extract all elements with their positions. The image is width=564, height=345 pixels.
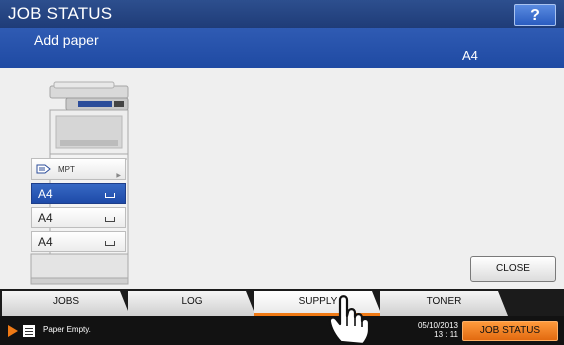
tab-toner[interactable]: TONER [380,291,508,316]
screen-title: JOB STATUS [8,4,113,23]
mpt-icon [36,164,51,174]
job-status-screen: JOB STATUS ? Add paper A4 MPT ▶ A4 A4 A4… [0,0,564,345]
tray-icon [105,193,115,198]
mpt-tray[interactable]: MPT ▶ [31,158,126,180]
mpt-label: MPT [58,165,75,174]
mpt-arrow-icon: ▶ [116,173,121,179]
status-message: Paper Empty. [43,325,91,334]
tray-icon [105,241,115,246]
message-text: Add paper [34,32,99,48]
tray-label: A4 [38,211,53,225]
tray-1[interactable]: A4 [31,183,126,204]
tray-2[interactable]: A4 [31,207,126,228]
status-time: 13 : 11 [434,330,458,339]
tray-label: A4 [38,235,53,249]
close-button[interactable]: CLOSE [470,256,556,282]
paper-size-text: A4 [462,48,478,63]
help-icon: ? [530,7,540,24]
tab-bar: JOBS LOG SUPPLY TONER [0,289,564,316]
document-icon [23,325,35,337]
title-bar: JOB STATUS ? [0,0,564,28]
help-button[interactable]: ? [514,4,556,26]
tab-jobs[interactable]: JOBS [2,291,130,316]
status-bar: Paper Empty. 05/10/2013 13 : 11 JOB STAT… [0,316,564,345]
tab-log[interactable]: LOG [128,291,256,316]
tray-icon [105,217,115,222]
tray-3[interactable]: A4 [31,231,126,252]
status-arrow-icon [8,325,18,337]
status-date: 05/10/2013 [417,321,458,330]
job-status-button[interactable]: JOB STATUS [462,321,558,341]
hand-cursor-icon [328,295,371,345]
date-time: 05/10/2013 13 : 11 [404,321,458,339]
tray-label: A4 [38,187,53,201]
message-band: Add paper A4 [0,28,564,68]
